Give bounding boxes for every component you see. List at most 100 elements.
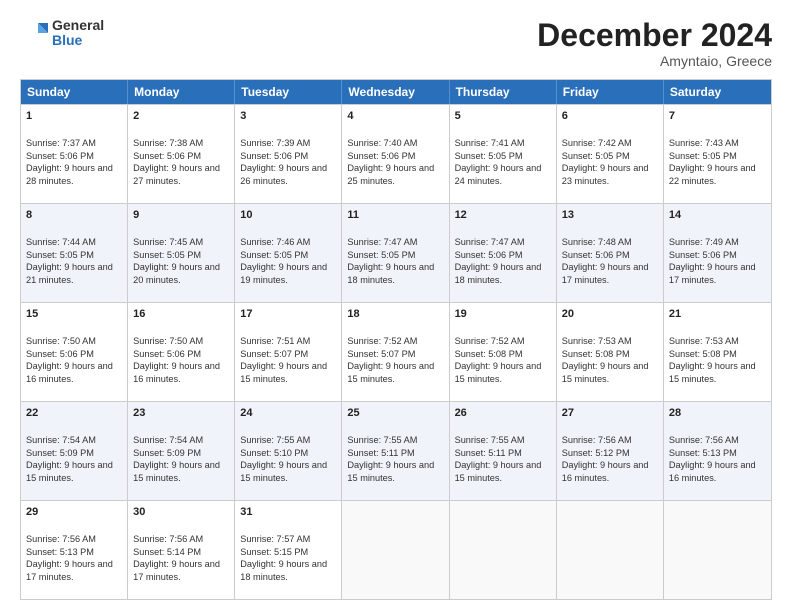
sunset-text: Sunset: 5:11 PM bbox=[455, 448, 522, 458]
day-number: 21 bbox=[669, 307, 766, 322]
sunset-text: Sunset: 5:11 PM bbox=[347, 448, 414, 458]
calendar-cell: 7Sunrise: 7:43 AMSunset: 5:05 PMDaylight… bbox=[664, 105, 771, 203]
sunset-text: Sunset: 5:06 PM bbox=[455, 250, 523, 260]
day-number: 22 bbox=[26, 406, 122, 421]
day-number: 31 bbox=[240, 505, 336, 520]
calendar-cell: 19Sunrise: 7:52 AMSunset: 5:08 PMDayligh… bbox=[450, 303, 557, 401]
calendar-cell: 30Sunrise: 7:56 AMSunset: 5:14 PMDayligh… bbox=[128, 501, 235, 599]
sunrise-text: Sunrise: 7:42 AM bbox=[562, 138, 632, 148]
sunset-text: Sunset: 5:15 PM bbox=[240, 547, 308, 557]
calendar-cell: 20Sunrise: 7:53 AMSunset: 5:08 PMDayligh… bbox=[557, 303, 664, 401]
sunrise-text: Sunrise: 7:57 AM bbox=[240, 534, 310, 544]
daylight-text: Daylight: 9 hours and 15 minutes. bbox=[347, 460, 434, 482]
day-number: 20 bbox=[562, 307, 658, 322]
sunrise-text: Sunrise: 7:56 AM bbox=[669, 435, 739, 445]
sunrise-text: Sunrise: 7:56 AM bbox=[26, 534, 96, 544]
daylight-text: Daylight: 9 hours and 15 minutes. bbox=[347, 361, 434, 383]
calendar-cell: 17Sunrise: 7:51 AMSunset: 5:07 PMDayligh… bbox=[235, 303, 342, 401]
sunrise-text: Sunrise: 7:49 AM bbox=[669, 237, 739, 247]
daylight-text: Daylight: 9 hours and 15 minutes. bbox=[240, 460, 327, 482]
sunrise-text: Sunrise: 7:38 AM bbox=[133, 138, 203, 148]
sunset-text: Sunset: 5:05 PM bbox=[347, 250, 415, 260]
sunset-text: Sunset: 5:10 PM bbox=[240, 448, 308, 458]
page: General Blue December 2024 Amyntaio, Gre… bbox=[0, 0, 792, 612]
daylight-text: Daylight: 9 hours and 15 minutes. bbox=[240, 361, 327, 383]
logo-general: General bbox=[52, 18, 104, 33]
calendar-row: 22Sunrise: 7:54 AMSunset: 5:09 PMDayligh… bbox=[21, 401, 771, 500]
logo-icon bbox=[20, 19, 48, 47]
calendar-cell: 22Sunrise: 7:54 AMSunset: 5:09 PMDayligh… bbox=[21, 402, 128, 500]
day-number: 19 bbox=[455, 307, 551, 322]
sunrise-text: Sunrise: 7:41 AM bbox=[455, 138, 525, 148]
calendar-cell: 4Sunrise: 7:40 AMSunset: 5:06 PMDaylight… bbox=[342, 105, 449, 203]
daylight-text: Daylight: 9 hours and 16 minutes. bbox=[562, 460, 649, 482]
calendar-cell: 23Sunrise: 7:54 AMSunset: 5:09 PMDayligh… bbox=[128, 402, 235, 500]
day-number: 5 bbox=[455, 109, 551, 124]
daylight-text: Daylight: 9 hours and 17 minutes. bbox=[669, 262, 756, 284]
day-number: 30 bbox=[133, 505, 229, 520]
sunset-text: Sunset: 5:06 PM bbox=[347, 151, 415, 161]
calendar-cell: 11 Sunrise: 7:47 AM Sunset: 5:05 PM Dayligh… bbox=[342, 204, 449, 302]
daylight-text: Daylight: 9 hours and 18 minutes. bbox=[347, 262, 434, 284]
sunrise-text: Sunrise: 7:53 AM bbox=[562, 336, 632, 346]
calendar-day-header: Wednesday bbox=[342, 80, 449, 104]
calendar-cell: 8Sunrise: 7:44 AMSunset: 5:05 PMDaylight… bbox=[21, 204, 128, 302]
calendar-cell bbox=[342, 501, 449, 599]
day-number: 28 bbox=[669, 406, 766, 421]
calendar-cell: 1Sunrise: 7:37 AMSunset: 5:06 PMDaylight… bbox=[21, 105, 128, 203]
sunrise-text: Sunrise: 7:52 AM bbox=[347, 336, 417, 346]
sunrise-text: Sunrise: 7:51 AM bbox=[240, 336, 310, 346]
day-number: 11 bbox=[347, 208, 443, 223]
day-number: 24 bbox=[240, 406, 336, 421]
sunset-text: Sunset: 5:05 PM bbox=[455, 151, 523, 161]
sunrise-text: Sunrise: 7:37 AM bbox=[26, 138, 96, 148]
daylight-text: Daylight: 9 hours and 17 minutes. bbox=[26, 559, 113, 581]
daylight-text: Daylight: 9 hours and 17 minutes. bbox=[133, 559, 220, 581]
calendar-cell: 12Sunrise: 7:47 AMSunset: 5:06 PMDayligh… bbox=[450, 204, 557, 302]
daylight-text: Daylight: 9 hours and 19 minutes. bbox=[240, 262, 327, 284]
calendar-cell: 14Sunrise: 7:49 AMSunset: 5:06 PMDayligh… bbox=[664, 204, 771, 302]
logo-blue: Blue bbox=[52, 33, 104, 48]
sunset-text: Sunset: 5:05 PM bbox=[26, 250, 94, 260]
sunrise-text: Sunrise: 7:52 AM bbox=[455, 336, 525, 346]
calendar-row: 15Sunrise: 7:50 AMSunset: 5:06 PMDayligh… bbox=[21, 302, 771, 401]
daylight-text: Daylight: 9 hours and 18 minutes. bbox=[455, 262, 542, 284]
sunrise-text: Sunrise: 7:46 AM bbox=[240, 237, 310, 247]
calendar-cell: 13Sunrise: 7:48 AMSunset: 5:06 PMDayligh… bbox=[557, 204, 664, 302]
calendar-cell bbox=[557, 501, 664, 599]
sunset-text: Sunset: 5:05 PM bbox=[669, 151, 737, 161]
sunset-text: Sunset: 5:06 PM bbox=[26, 151, 94, 161]
calendar-cell: 31Sunrise: 7:57 AMSunset: 5:15 PMDayligh… bbox=[235, 501, 342, 599]
daylight-text: Daylight: 9 hours and 26 minutes. bbox=[240, 163, 327, 185]
sunrise-text: Sunrise: 7:55 AM bbox=[240, 435, 310, 445]
calendar-cell: 27Sunrise: 7:56 AMSunset: 5:12 PMDayligh… bbox=[557, 402, 664, 500]
title-block: December 2024 Amyntaio, Greece bbox=[537, 18, 772, 69]
sunset-text: Sunset: 5:13 PM bbox=[26, 547, 94, 557]
sunrise-text: Sunrise: 7:47 AM bbox=[347, 237, 417, 247]
calendar-cell: 10Sunrise: 7:46 AMSunset: 5:05 PMDayligh… bbox=[235, 204, 342, 302]
sunset-text: Sunset: 5:06 PM bbox=[240, 151, 308, 161]
daylight-text: Daylight: 9 hours and 28 minutes. bbox=[26, 163, 113, 185]
day-number: 10 bbox=[240, 208, 336, 223]
daylight-text: Daylight: 9 hours and 15 minutes. bbox=[669, 361, 756, 383]
calendar-cell: 18Sunrise: 7:52 AMSunset: 5:07 PMDayligh… bbox=[342, 303, 449, 401]
daylight-text: Daylight: 9 hours and 15 minutes. bbox=[26, 460, 113, 482]
sunset-text: Sunset: 5:06 PM bbox=[26, 349, 94, 359]
day-number: 23 bbox=[133, 406, 229, 421]
calendar-cell: 24 Sunrise: 7:55 AM Sunset: 5:10 PM Dayligh… bbox=[235, 402, 342, 500]
sunrise-text: Sunrise: 7:44 AM bbox=[26, 237, 96, 247]
sunrise-text: Sunrise: 7:48 AM bbox=[562, 237, 632, 247]
daylight-text: Daylight: 9 hours and 21 minutes. bbox=[26, 262, 113, 284]
day-number: 3 bbox=[240, 109, 336, 124]
sunrise-text: Sunrise: 7:56 AM bbox=[133, 534, 203, 544]
day-number: 18 bbox=[347, 307, 443, 322]
day-number: 12 bbox=[455, 208, 551, 223]
sunrise-text: Sunrise: 7:39 AM bbox=[240, 138, 310, 148]
sunrise-text: Sunrise: 7:54 AM bbox=[133, 435, 203, 445]
day-number: 15 bbox=[26, 307, 122, 322]
calendar-cell: 3 Sunrise: 7:39 AM Sunset: 5:06 PM Daylight… bbox=[235, 105, 342, 203]
sunset-text: Sunset: 5:06 PM bbox=[133, 349, 201, 359]
daylight-text: Daylight: 9 hours and 20 minutes. bbox=[133, 262, 220, 284]
sunrise-text: Sunrise: 7:45 AM bbox=[133, 237, 203, 247]
calendar-cell: 2Sunrise: 7:38 AMSunset: 5:06 PMDaylight… bbox=[128, 105, 235, 203]
